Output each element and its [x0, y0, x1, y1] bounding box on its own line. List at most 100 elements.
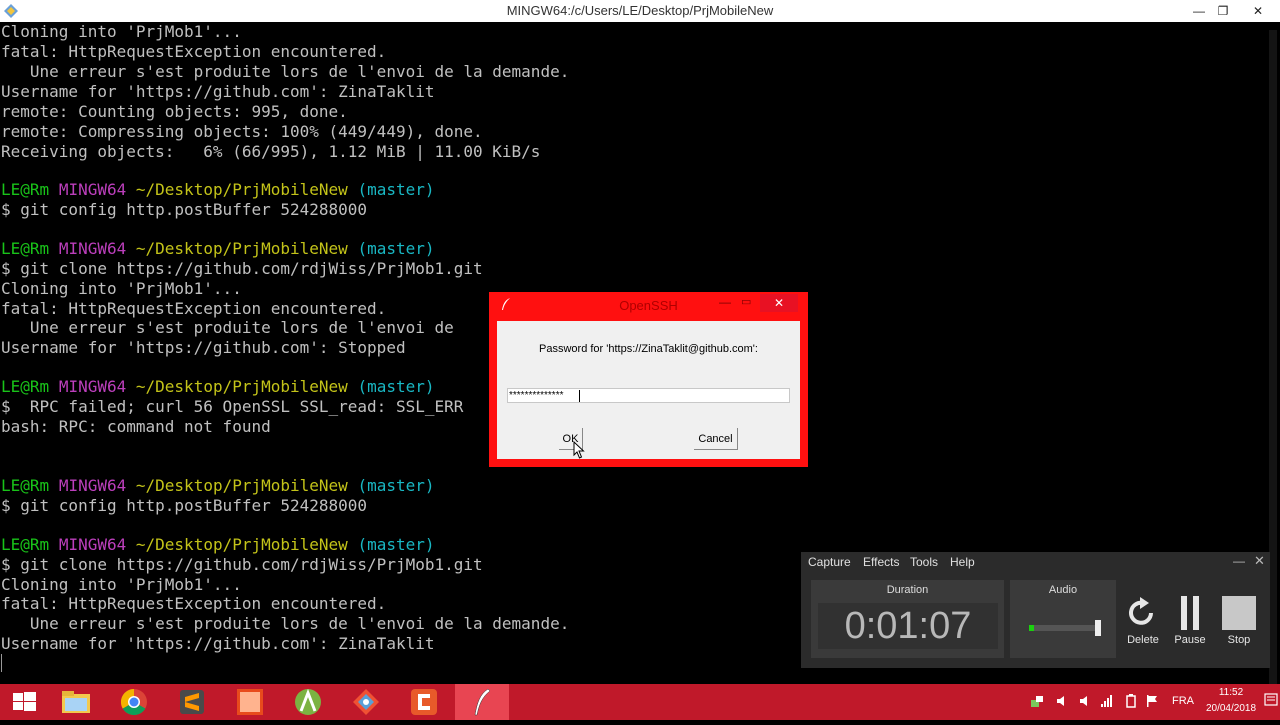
pause-button[interactable]: Pause: [1170, 596, 1210, 646]
menu-help[interactable]: Help: [950, 555, 975, 569]
menu-effects[interactable]: Effects: [863, 555, 899, 569]
wifi-signal-tray-icon[interactable]: [1100, 694, 1114, 708]
taskbar-active-app[interactable]: [455, 684, 509, 720]
terminal-line: Cloning into 'PrjMob1'...: [1, 22, 242, 41]
terminal-line: Username for 'https://github.com': ZinaT…: [1, 634, 435, 653]
prompt-host: MINGW64: [58, 180, 127, 199]
prompt-host: MINGW64: [58, 239, 127, 258]
camtasia-icon[interactable]: [397, 684, 451, 720]
terminal-line: bash: RPC: command not found: [1, 417, 271, 436]
terminal-line: Une erreur s'est produite lors de l'envo…: [1, 62, 570, 81]
dialog-minimize-button[interactable]: —: [719, 295, 731, 309]
dialog-maximize-button[interactable]: ▭: [741, 295, 751, 308]
prompt-branch: (master): [357, 180, 435, 199]
network-tray-icon[interactable]: [1030, 694, 1044, 708]
screen-recorder-panel: Capture Effects Tools Help — ✕ Duration …: [801, 552, 1270, 668]
prompt-path: ~/Desktop/PrjMobileNew: [135, 377, 348, 396]
duration-label: Duration: [886, 584, 929, 596]
prompt-path: ~/Desktop/PrjMobileNew: [135, 535, 348, 554]
terminal-line: Receiving objects: 6% (66/995), 1.12 MiB…: [1, 142, 541, 161]
audio-level-meter: [1029, 625, 1101, 631]
text-caret: [579, 390, 580, 402]
recorder-close-button[interactable]: ✕: [1254, 553, 1265, 569]
delete-button[interactable]: Delete: [1123, 596, 1163, 646]
terminal-line: $ git clone https://github.com/rdjWiss/P…: [1, 555, 483, 574]
scrollbar-thumb[interactable]: [1269, 30, 1277, 690]
clock-time[interactable]: 11:52: [1200, 687, 1262, 698]
prompt-branch: (master): [357, 476, 435, 495]
window-close-button[interactable]: ✕: [1236, 0, 1280, 22]
password-prompt: Password for 'https://ZinaTaklit@github.…: [539, 343, 758, 355]
password-input[interactable]: **************: [507, 388, 790, 403]
chrome-icon[interactable]: [107, 684, 161, 720]
recorder-minimize-button[interactable]: —: [1233, 554, 1245, 568]
terminal-line: $ RPC failed; curl 56 OpenSSL SSL_read: …: [1, 397, 464, 416]
prompt-path: ~/Desktop/PrjMobileNew: [135, 476, 348, 495]
battery-tray-icon[interactable]: [1126, 694, 1136, 708]
prompt-user: LE@Rm: [1, 476, 50, 495]
window-maximize-button[interactable]: ❐: [1208, 0, 1238, 22]
audio-panel: Audio: [1010, 580, 1116, 658]
duration-panel: Duration 0:01:07: [811, 580, 1004, 658]
prompt-host: MINGW64: [58, 476, 127, 495]
clock-date[interactable]: 20/04/2018: [1200, 703, 1262, 714]
dialog-body: Password for 'https://ZinaTaklit@github.…: [497, 321, 800, 459]
menu-tools[interactable]: Tools: [910, 555, 938, 569]
file-explorer-icon[interactable]: [49, 684, 103, 720]
window-titlebar: MINGW64:/c/Users/LE/Desktop/PrjMobileNew…: [0, 0, 1280, 22]
git-gui-icon[interactable]: [339, 684, 393, 720]
duration-timer: 0:01:07: [818, 603, 998, 649]
terminal-line: fatal: HttpRequestException encountered.: [1, 594, 387, 613]
terminal-line: Username for 'https://github.com': ZinaT…: [1, 82, 435, 101]
menu-capture[interactable]: Capture: [808, 555, 851, 569]
prompt-user: LE@Rm: [1, 377, 50, 396]
prompt-path: ~/Desktop/PrjMobileNew: [135, 180, 348, 199]
terminal-prompt: LE@Rm MINGW64 ~/Desktop/PrjMobileNew (ma…: [1, 239, 435, 259]
terminal-line: Username for 'https://github.com': Stopp…: [1, 338, 406, 357]
terminal-line: $ git config http.postBuffer 524288000: [1, 200, 368, 219]
terminal-prompt: LE@Rm MINGW64 ~/Desktop/PrjMobileNew (ma…: [1, 535, 435, 555]
prompt-user: LE@Rm: [1, 535, 50, 554]
stop-label: Stop: [1227, 634, 1251, 646]
undo-delete-icon: [1129, 597, 1153, 625]
terminal-line: fatal: HttpRequestException encountered.: [1, 299, 387, 318]
prompt-user: LE@Rm: [1, 180, 50, 199]
terminal-line: $ git config http.postBuffer 524288000: [1, 496, 368, 515]
language-indicator[interactable]: FRA: [1172, 695, 1194, 707]
delete-label: Delete: [1127, 634, 1159, 646]
notifications-icon[interactable]: [1264, 693, 1278, 709]
terminal-line: $ git clone https://github.com/rdjWiss/P…: [1, 259, 483, 278]
audio-label: Audio: [1048, 584, 1078, 596]
terminal-line: Une erreur s'est produite lors de l'envo…: [1, 614, 570, 633]
audio-level-fill: [1029, 625, 1035, 631]
terminal-line: remote: Compressing objects: 100% (449/4…: [1, 122, 483, 141]
terminal-line: Une erreur s'est produite lors de l'envo…: [1, 318, 454, 337]
pdf-reader-icon[interactable]: [223, 684, 277, 720]
android-studio-icon[interactable]: [281, 684, 335, 720]
stop-icon: [1222, 596, 1256, 630]
audio-volume-slider[interactable]: [1095, 620, 1101, 636]
terminal-prompt: LE@Rm MINGW64 ~/Desktop/PrjMobileNew (ma…: [1, 180, 435, 200]
password-value: **************: [509, 390, 564, 401]
speaker-tray-icon[interactable]: [1078, 695, 1090, 707]
mouse-pointer-icon: [573, 441, 585, 459]
prompt-branch: (master): [357, 535, 435, 554]
prompt-host: MINGW64: [58, 377, 127, 396]
stop-button[interactable]: Stop: [1219, 596, 1259, 646]
prompt-path: ~/Desktop/PrjMobileNew: [135, 239, 348, 258]
sublime-text-icon[interactable]: [165, 684, 219, 720]
window-title: MINGW64:/c/Users/LE/Desktop/PrjMobileNew: [506, 3, 774, 18]
volume-tray-icon[interactable]: [1056, 695, 1068, 707]
flag-tray-icon[interactable]: [1146, 695, 1158, 707]
prompt-branch: (master): [357, 377, 435, 396]
terminal-cursor: [1, 654, 2, 672]
cancel-button[interactable]: Cancel: [694, 428, 738, 450]
pause-label: Pause: [1174, 634, 1206, 646]
dialog-close-button[interactable]: ✕: [760, 294, 798, 312]
windows-start-icon[interactable]: [0, 684, 48, 720]
openssh-quill-icon: [474, 688, 491, 716]
prompt-branch: (master): [357, 239, 435, 258]
terminal-prompt: LE@Rm MINGW64 ~/Desktop/PrjMobileNew (ma…: [1, 377, 435, 397]
terminal-line: Cloning into 'PrjMob1'...: [1, 575, 242, 594]
terminal-line: Cloning into 'PrjMob1'...: [1, 279, 242, 298]
